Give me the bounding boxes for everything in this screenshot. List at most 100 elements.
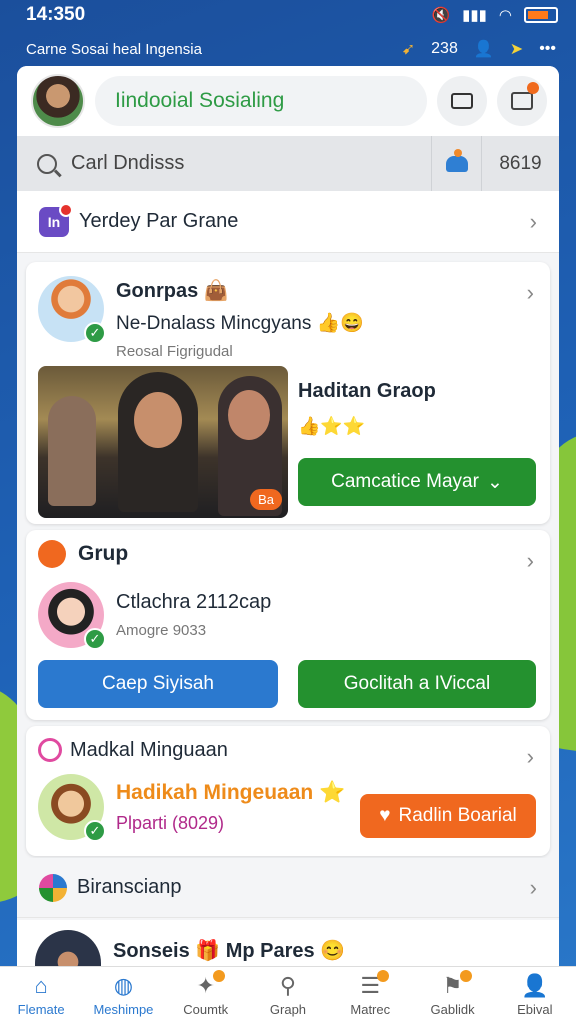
primary-button-label: Caep Siyisah <box>102 673 214 694</box>
chevron-right-icon: › <box>529 208 537 234</box>
wifi-icon: ◠ <box>498 7 512 24</box>
orange-action-label: Radlin Boarial <box>398 805 517 826</box>
tab-meshimpe[interactable]: ◍ Meshimpe <box>82 967 164 1024</box>
search-icon <box>37 153 57 174</box>
header-row: Iindooial Sosialing <box>17 66 559 136</box>
chevron-down-icon: ⌄ <box>486 471 503 493</box>
member-meta: Amogre 9033 <box>116 622 207 639</box>
grup-card[interactable]: › Grup ✓ Ctlachra 2112cap Amogre 9033 Ca… <box>26 530 550 720</box>
person-icon: 👤 <box>521 973 549 998</box>
status-bar: 14:350 🔇 ▮▮▮ ◠ <box>0 0 576 30</box>
home-icon: ⌂ <box>34 973 48 998</box>
globe-icon <box>39 873 67 902</box>
avatar[interactable]: ✓ <box>38 582 106 650</box>
orange-action-button[interactable]: ♥ Radlin Boarial <box>360 794 536 838</box>
people-icon <box>445 148 468 172</box>
heart-icon: ♥ <box>379 805 391 826</box>
avatar[interactable] <box>35 930 101 970</box>
notification-dot <box>212 970 225 982</box>
tab-coumtk[interactable]: ✦ Coumtk <box>165 967 247 1024</box>
verified-check-icon: ✓ <box>84 628 106 650</box>
chevron-right-icon[interactable]: › <box>527 548 534 574</box>
gift-emoji: 🎁 <box>195 939 221 962</box>
row-label: Sonseis <box>113 939 190 962</box>
badge-icon <box>38 738 62 762</box>
card-title: Madkal Minguaan <box>70 738 228 761</box>
card-meta: Reosal Figrigudal <box>116 343 233 360</box>
brand-pill[interactable]: Iindooial Sosialing <box>95 76 427 126</box>
photo-tag: Ba <box>250 489 282 510</box>
tab-label: Graph <box>269 1002 307 1017</box>
notification-dot <box>459 970 472 982</box>
tab-ebival[interactable]: 👤 Ebival <box>494 967 576 1024</box>
secondary-button[interactable]: Goclitah a IViccal <box>298 660 536 708</box>
card-title: Gonrpas <box>116 280 199 302</box>
message-icon <box>511 92 533 110</box>
messages-button[interactable] <box>497 76 547 126</box>
highlight-sub: Plparti (8029) <box>116 812 225 833</box>
verified-check-icon: ✓ <box>84 322 106 344</box>
search-icon: ⚲ <box>279 973 297 998</box>
news-icon: ☰ <box>357 970 390 998</box>
more-icon[interactable]: ••• <box>539 40 556 58</box>
search-input[interactable]: Carl Dndisss <box>17 136 431 191</box>
notification-dot <box>527 82 539 94</box>
brand-title: Iindooial Sosialing <box>115 89 285 112</box>
coin-count: 238 <box>431 40 458 57</box>
video-button[interactable] <box>437 76 487 126</box>
card-title: Grup <box>78 542 129 565</box>
avatar[interactable]: ✓ <box>38 774 106 842</box>
mute-icon: 🔇 <box>431 7 451 24</box>
card-subtitle: Ne-Dnalass Mincgyans <box>116 313 312 334</box>
group-card[interactable]: › ✓ Gonrpas 👜 Ne-Dnalass Mincgyans 👍😄 Re… <box>26 262 550 524</box>
bottom-tab-bar: ⌂ Flemate ◍ Meshimpe ✦ Coumtk ⚲ Graph ☰ … <box>0 966 576 1024</box>
circle-icon: ◍ <box>113 973 134 998</box>
group-photo[interactable]: Ba <box>38 366 288 518</box>
signal-icon: ▮▮▮ <box>462 7 487 24</box>
app-bar: Carne Sosai heal Ingensia ➹ 238 👤 ➤ ••• <box>0 32 576 66</box>
tab-label: Gablidk <box>430 1002 475 1017</box>
users-icon: ✦ <box>193 970 225 998</box>
action-label: Camcatice Mayar <box>331 471 479 492</box>
group-title: Haditan Graop <box>298 380 436 402</box>
shortcut-label: Yerdey Par Grane <box>79 210 239 232</box>
app-title: Carne Sosai heal Ingensia <box>26 40 202 58</box>
send-icon[interactable]: ➤ <box>510 39 523 59</box>
highlight-title: Hadikah Mingeuaan <box>116 780 314 804</box>
battery-icon <box>524 7 558 23</box>
tab-label: Flemate <box>17 1002 65 1017</box>
event-card[interactable]: › Madkal Minguaan ✓ Hadikah Mingeuaan ⭐ … <box>26 726 550 856</box>
tab-label: Matrec <box>350 1002 391 1017</box>
video-icon <box>451 93 473 109</box>
action-dropdown-button[interactable]: Camcatice Mayar ⌄ <box>298 458 536 506</box>
chevron-right-icon: › <box>529 874 537 900</box>
row-label-secondary: Mp Pares <box>225 939 315 962</box>
chevron-right-icon[interactable]: › <box>527 744 534 770</box>
tab-label: Ebival <box>517 1002 553 1017</box>
people-button[interactable] <box>431 136 481 191</box>
list-row[interactable]: Biranscianp › <box>17 858 559 918</box>
notification-dot <box>377 970 390 982</box>
avatar[interactable] <box>31 74 85 128</box>
reaction-emoji: 👍😄 <box>316 313 364 334</box>
tab-home[interactable]: ⌂ Flemate <box>0 967 82 1024</box>
secondary-button-label: Goclitah a IViccal <box>343 673 491 694</box>
group-icon: ⚑ <box>440 970 472 998</box>
chevron-right-icon[interactable]: › <box>527 280 534 306</box>
primary-button[interactable]: Caep Siyisah <box>38 660 278 708</box>
search-bar: Carl Dndisss 8619 <box>17 136 559 191</box>
tab-label: Coumtk <box>183 1002 229 1017</box>
member-name: Ctlachra 2112cap <box>116 591 272 613</box>
profile-icon[interactable]: 👤 <box>474 39 494 59</box>
photo-tag-label: Ba <box>258 492 274 507</box>
tab-gablidk[interactable]: ⚑ Gablidk <box>411 967 493 1024</box>
avatar[interactable]: ✓ <box>38 276 106 344</box>
main-panel: Iindooial Sosialing Carl Dndisss 8619 In… <box>17 66 559 1024</box>
star-icon: ⭐ <box>319 780 346 804</box>
shortcut-row[interactable]: In Yerdey Par Grane › <box>17 191 559 253</box>
search-placeholder: Carl Dndisss <box>71 152 185 174</box>
app-badge-icon: In <box>39 202 73 237</box>
rocket-icon[interactable]: ➹ <box>402 39 415 59</box>
tab-matrec[interactable]: ☰ Matrec <box>329 967 411 1024</box>
tab-graph[interactable]: ⚲ Graph <box>247 967 329 1024</box>
